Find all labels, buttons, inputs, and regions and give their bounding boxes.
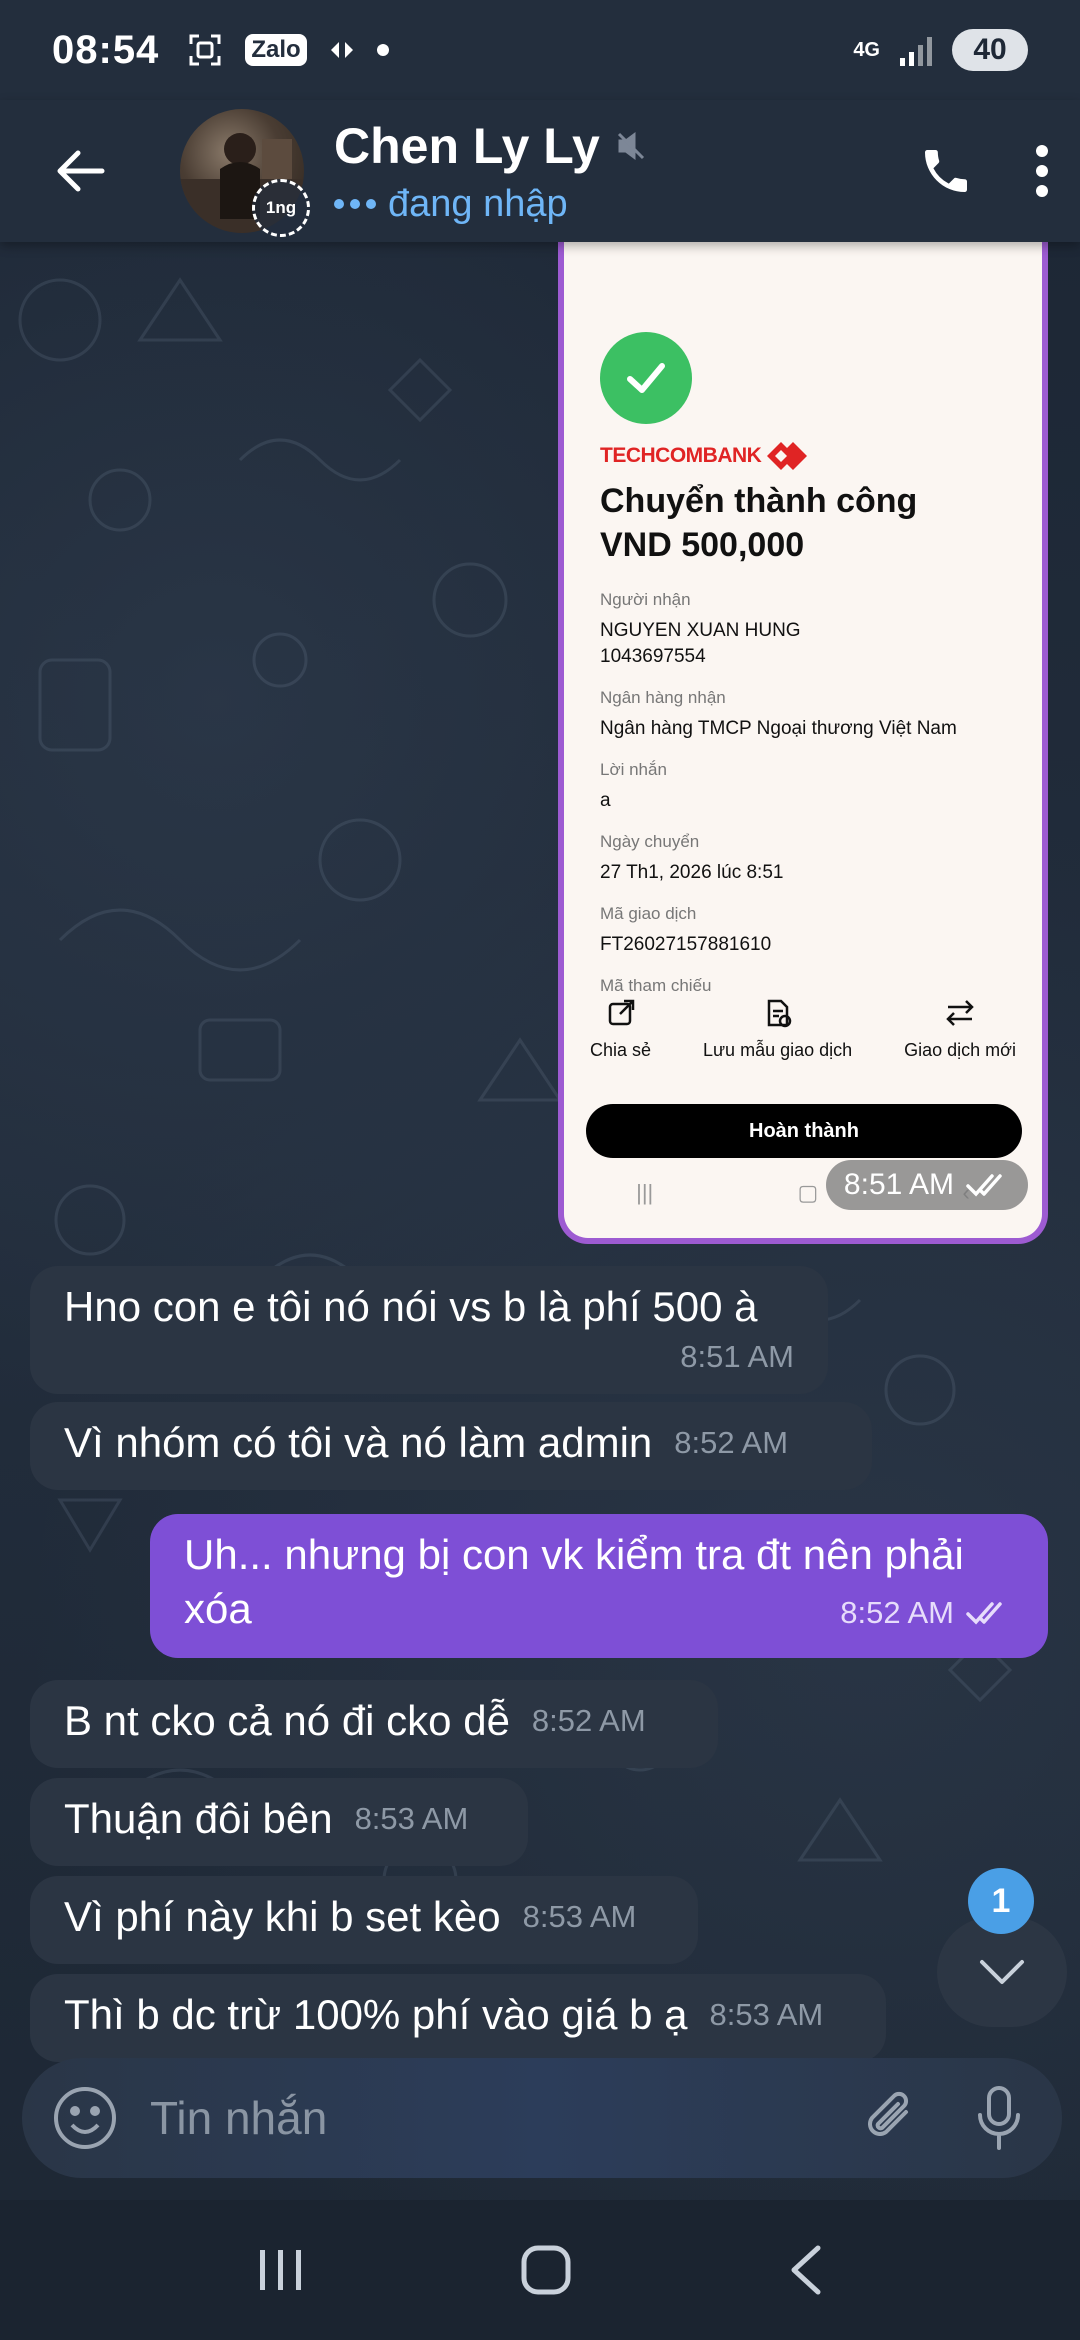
done-button: Hoàn thành (586, 1104, 1022, 1158)
status-time: 08:54 (52, 27, 160, 72)
image-timestamp: 8:51 AM (825, 1160, 1028, 1210)
message-input[interactable]: Tin nhắn (150, 2091, 862, 2145)
emoji-icon[interactable] (52, 2085, 118, 2151)
field-label: Mã tham chiếu (600, 976, 712, 994)
new-transaction-action: Giao dịch mới (904, 998, 1016, 1061)
field-value: Ngân hàng TMCP Ngoại thương Việt Nam (600, 718, 957, 739)
contact-avatar[interactable]: 1ng (180, 109, 310, 237)
message-bubble[interactable]: B nt cko cả nó đi cko dễ 8:52 AM (30, 1680, 718, 1768)
message-bubble[interactable]: Thuận đôi bên 8:53 AM (30, 1778, 528, 1866)
sync-arrows-icon (330, 42, 353, 58)
message-time: 8:53 AM (709, 1997, 824, 2032)
receipt-actions: Chia sẻ Lưu mẫu giao dịch Giao dịch mới (564, 998, 1042, 1061)
share-action: Chia sẻ (590, 998, 651, 1061)
receipt-field-recipient: Người nhận NGUYEN XUAN HUNG 1043697554 (600, 590, 1030, 670)
receipt-field-date: Ngày chuyển 27 Th1, 2026 lúc 8:51 (600, 832, 1030, 886)
microphone-icon[interactable] (976, 2085, 1022, 2151)
image-time: 8:51 AM (843, 1168, 954, 1201)
message-bubble-outgoing[interactable]: Uh... nhưng bị con vk kiểm tra đt nên ph… (150, 1514, 1048, 1658)
typing-status: đang nhập (334, 183, 646, 226)
field-label: Lời nhắn (600, 760, 667, 779)
phone-call-icon[interactable] (918, 143, 974, 199)
field-label: Người nhận (600, 590, 691, 609)
message-text: Vì phí này khi b set kèo (64, 1893, 501, 1940)
field-value: FT26027157881610 (600, 934, 772, 955)
home-icon: ▢ (797, 1180, 819, 1205)
message-time: 8:52 AM (674, 1425, 789, 1460)
contact-name: Chen Ly Ly (334, 117, 600, 174)
message-time: 8:53 AM (354, 1801, 469, 1836)
bank-diamond-icon (767, 442, 808, 470)
receipt-fields: Người nhận NGUYEN XUAN HUNG 1043697554 N… (600, 590, 1030, 1012)
receipt-field-bank: Ngân hàng nhận Ngân hàng TMCP Ngoại thươ… (600, 688, 1030, 742)
double-check-icon (966, 1602, 1002, 1625)
attach-icon[interactable] (862, 2088, 922, 2148)
save-template-action: Lưu mẫu giao dịch (703, 998, 852, 1061)
message-time: 8:52 AM (531, 1703, 646, 1738)
battery-level: 40 (952, 29, 1028, 71)
image-message[interactable]: TECHCOMBANK Chuyển thành công VND 500,00… (558, 220, 1048, 1244)
message-bubble[interactable]: Thì b dc trừ 100% phí vào giá b ạ 8:53 AM (30, 1974, 886, 2062)
more-options-icon[interactable] (1034, 145, 1050, 197)
status-notification-icons: Zalo (187, 32, 389, 68)
chevron-down-icon (980, 1960, 1024, 1984)
message-bubble[interactable]: Vì phí này khi b set kèo 8:53 AM (30, 1876, 698, 1964)
status-right-icons: 4G 40 (853, 29, 1028, 71)
message-time: 8:52 AM (840, 1595, 954, 1630)
typing-status-text: đang nhập (388, 182, 568, 225)
screenshot-icon (189, 34, 221, 66)
zalo-icon: Zalo (245, 34, 307, 66)
typing-dots-icon (334, 199, 376, 209)
system-nav-bar (0, 2200, 1080, 2340)
recents-icon: ||| (636, 1180, 654, 1205)
message-text: Thì b dc trừ 100% phí vào giá b ạ (64, 1991, 688, 2038)
unread-count-badge: 1 (968, 1868, 1034, 1934)
message-bubble[interactable]: Hno con e tôi nó nói vs b là phí 500 à 8… (30, 1266, 828, 1394)
message-text: Thuận đôi bên (64, 1795, 333, 1842)
message-input-bar: Tin nhắn (22, 2058, 1062, 2178)
share-icon (608, 999, 634, 1026)
field-value: 27 Th1, 2026 lúc 8:51 (600, 862, 784, 883)
message-text: B nt cko cả nó đi cko dễ (64, 1697, 510, 1744)
message-text: Hno con e tôi nó nói vs b là phí 500 à (64, 1283, 758, 1330)
bank-logo: TECHCOMBANK (600, 442, 808, 470)
receipt-field-message: Lời nhắn a (600, 760, 1030, 814)
recent-apps-icon[interactable] (258, 2248, 304, 2292)
save-template-label: Lưu mẫu giao dịch (703, 1040, 853, 1060)
field-label: Ngày chuyển (600, 832, 700, 851)
share-label: Chia sẻ (589, 1040, 652, 1060)
chat-header: 1ng Chen Ly Ly đang nhập (0, 100, 1080, 242)
document-icon (767, 999, 791, 1028)
network-type: 4G (853, 39, 880, 61)
back-button[interactable] (20, 100, 140, 242)
signal-icon (900, 37, 932, 66)
double-check-icon (966, 1174, 1002, 1197)
message-bubble[interactable]: Vì nhóm có tôi và nó làm admin 8:52 AM (30, 1402, 872, 1490)
message-time: 8:53 AM (522, 1899, 637, 1934)
back-icon[interactable] (788, 2245, 822, 2295)
receipt-amount: VND 500,000 (600, 526, 805, 564)
story-badge: 1ng (252, 179, 310, 237)
field-value: a (600, 790, 611, 811)
success-check-icon (600, 332, 692, 424)
field-label: Ngân hàng nhận (600, 688, 726, 707)
recipient-account: 1043697554 (600, 646, 706, 667)
notification-dot-icon (376, 44, 389, 56)
home-icon[interactable] (521, 2245, 571, 2295)
field-label: Mã giao dịch (600, 904, 697, 923)
swap-arrows-icon (946, 1000, 974, 1026)
new-transaction-label: Giao dịch mới (904, 1040, 1016, 1060)
receipt-field-reference: Mã tham chiếu (600, 976, 1030, 994)
back-arrow-icon (57, 150, 105, 192)
bank-name: TECHCOMBANK (600, 444, 762, 467)
contact-info[interactable]: Chen Ly Ly đang nhập (334, 117, 646, 226)
status-bar: 08:54 Zalo 4G 40 (0, 0, 1080, 100)
receipt-title: Chuyển thành công (600, 482, 918, 520)
message-time: 8:51 AM (680, 1339, 794, 1374)
recipient-name: NGUYEN XUAN HUNG (600, 620, 801, 641)
muted-icon (617, 131, 644, 160)
receipt-field-transaction-id: Mã giao dịch FT26027157881610 (600, 904, 1030, 958)
message-text: Vì nhóm có tôi và nó làm admin (64, 1419, 653, 1466)
